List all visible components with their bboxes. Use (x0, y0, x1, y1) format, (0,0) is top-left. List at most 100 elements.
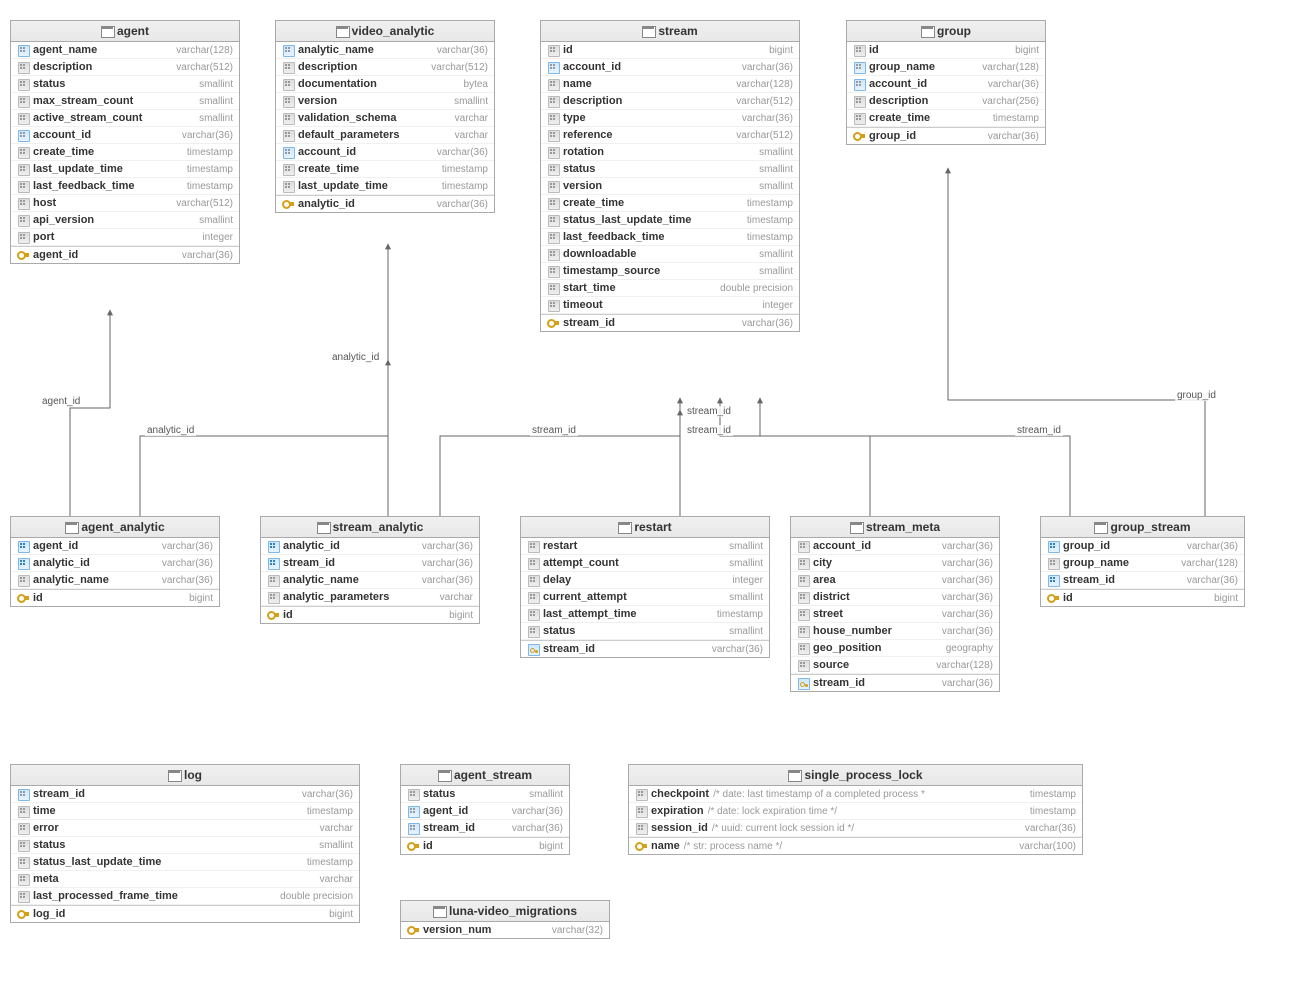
column-row[interactable]: last_feedback_timetimestamp (11, 178, 239, 195)
entity-header-log[interactable]: log (11, 765, 359, 786)
column-row[interactable]: account_idvarchar(36) (791, 538, 999, 555)
column-row[interactable]: default_parametersvarchar (276, 127, 494, 144)
entity-group[interactable]: groupidbigintgroup_namevarchar(128)accou… (846, 20, 1046, 145)
column-row[interactable]: delayinteger (521, 572, 769, 589)
column-row[interactable]: last_update_timetimestamp (276, 178, 494, 195)
column-row[interactable]: portinteger (11, 229, 239, 246)
column-row[interactable]: last_feedback_timetimestamp (541, 229, 799, 246)
column-row[interactable]: account_idvarchar(36) (847, 76, 1045, 93)
column-row[interactable]: timeoutinteger (541, 297, 799, 314)
column-row[interactable]: stream_idvarchar(36) (401, 820, 569, 837)
column-row[interactable]: referencevarchar(512) (541, 127, 799, 144)
column-row[interactable]: districtvarchar(36) (791, 589, 999, 606)
column-row[interactable]: stream_idvarchar(36) (521, 640, 769, 657)
column-row[interactable]: descriptionvarchar(512) (276, 59, 494, 76)
entity-stream[interactable]: streamidbigintaccount_idvarchar(36)namev… (540, 20, 800, 332)
column-row[interactable]: active_stream_countsmallint (11, 110, 239, 127)
column-row[interactable]: idbigint (11, 589, 219, 606)
column-row[interactable]: create_timetimestamp (847, 110, 1045, 127)
column-row[interactable]: house_numbervarchar(36) (791, 623, 999, 640)
column-row[interactable]: statussmallint (541, 161, 799, 178)
column-row[interactable]: stream_idvarchar(36) (11, 786, 359, 803)
entity-header-stream_meta[interactable]: stream_meta (791, 517, 999, 538)
column-row[interactable]: analytic_namevarchar(36) (276, 42, 494, 59)
column-row[interactable]: account_idvarchar(36) (541, 59, 799, 76)
column-row[interactable]: stream_idvarchar(36) (541, 314, 799, 331)
entity-header-stream_analytic[interactable]: stream_analytic (261, 517, 479, 538)
column-row[interactable]: status_last_update_timetimestamp (11, 854, 359, 871)
column-row[interactable]: last_attempt_timetimestamp (521, 606, 769, 623)
entity-header-video_analytic[interactable]: video_analytic (276, 21, 494, 42)
column-row[interactable]: descriptionvarchar(512) (541, 93, 799, 110)
column-row[interactable]: name/* str: process name */varchar(100) (629, 837, 1082, 854)
entity-header-single_process_lock[interactable]: single_process_lock (629, 765, 1082, 786)
column-row[interactable]: typevarchar(36) (541, 110, 799, 127)
column-row[interactable]: analytic_namevarchar(36) (261, 572, 479, 589)
column-row[interactable]: start_timedouble precision (541, 280, 799, 297)
column-row[interactable]: analytic_idvarchar(36) (11, 555, 219, 572)
column-row[interactable]: idbigint (1041, 589, 1244, 606)
column-row[interactable]: idbigint (847, 42, 1045, 59)
column-row[interactable]: analytic_idvarchar(36) (276, 195, 494, 212)
column-row[interactable]: statussmallint (521, 623, 769, 640)
column-row[interactable]: geo_positiongeography (791, 640, 999, 657)
column-row[interactable]: checkpoint/* date: last timestamp of a c… (629, 786, 1082, 803)
entity-agent[interactable]: agentagent_namevarchar(128)descriptionva… (10, 20, 240, 264)
column-row[interactable]: create_timetimestamp (11, 144, 239, 161)
column-row[interactable]: errorvarchar (11, 820, 359, 837)
column-row[interactable]: status_last_update_timetimestamp (541, 212, 799, 229)
column-row[interactable]: streetvarchar(36) (791, 606, 999, 623)
column-row[interactable]: idbigint (401, 837, 569, 854)
entity-header-agent_analytic[interactable]: agent_analytic (11, 517, 219, 538)
column-row[interactable]: agent_namevarchar(128) (11, 42, 239, 59)
entity-header-stream[interactable]: stream (541, 21, 799, 42)
column-row[interactable]: idbigint (541, 42, 799, 59)
column-row[interactable]: log_idbigint (11, 905, 359, 922)
entity-log[interactable]: logstream_idvarchar(36)timetimestamperro… (10, 764, 360, 923)
entity-header-agent[interactable]: agent (11, 21, 239, 42)
entity-video_analytic[interactable]: video_analyticanalytic_namevarchar(36)de… (275, 20, 495, 213)
entity-header-group[interactable]: group (847, 21, 1045, 42)
column-row[interactable]: statussmallint (401, 786, 569, 803)
column-row[interactable]: create_timetimestamp (541, 195, 799, 212)
column-row[interactable]: idbigint (261, 606, 479, 623)
column-row[interactable]: expiration/* date: lock expiration time … (629, 803, 1082, 820)
column-row[interactable]: session_id/* uuid: current lock session … (629, 820, 1082, 837)
column-row[interactable]: current_attemptsmallint (521, 589, 769, 606)
column-row[interactable]: namevarchar(128) (541, 76, 799, 93)
column-row[interactable]: statussmallint (11, 76, 239, 93)
column-row[interactable]: timestamp_sourcesmallint (541, 263, 799, 280)
column-row[interactable]: stream_idvarchar(36) (1041, 572, 1244, 589)
column-row[interactable]: sourcevarchar(128) (791, 657, 999, 674)
column-row[interactable]: rotationsmallint (541, 144, 799, 161)
column-row[interactable]: areavarchar(36) (791, 572, 999, 589)
entity-stream_meta[interactable]: stream_metaaccount_idvarchar(36)cityvarc… (790, 516, 1000, 692)
entity-agent_stream[interactable]: agent_streamstatussmallintagent_idvarcha… (400, 764, 570, 855)
column-row[interactable]: versionsmallint (541, 178, 799, 195)
column-row[interactable]: analytic_parametersvarchar (261, 589, 479, 606)
entity-header-group_stream[interactable]: group_stream (1041, 517, 1244, 538)
column-row[interactable]: group_idvarchar(36) (847, 127, 1045, 144)
column-row[interactable]: descriptionvarchar(256) (847, 93, 1045, 110)
entity-header-luna_video_migrations[interactable]: luna-video_migrations (401, 901, 609, 922)
column-row[interactable]: max_stream_countsmallint (11, 93, 239, 110)
entity-stream_analytic[interactable]: stream_analyticanalytic_idvarchar(36)str… (260, 516, 480, 624)
entity-single_process_lock[interactable]: single_process_lockcheckpoint/* date: la… (628, 764, 1083, 855)
column-row[interactable]: last_update_timetimestamp (11, 161, 239, 178)
column-row[interactable]: descriptionvarchar(512) (11, 59, 239, 76)
column-row[interactable]: attempt_countsmallint (521, 555, 769, 572)
column-row[interactable]: statussmallint (11, 837, 359, 854)
column-row[interactable]: cityvarchar(36) (791, 555, 999, 572)
entity-luna_video_migrations[interactable]: luna-video_migrationsversion_numvarchar(… (400, 900, 610, 939)
column-row[interactable]: group_idvarchar(36) (1041, 538, 1244, 555)
column-row[interactable]: restartsmallint (521, 538, 769, 555)
entity-header-agent_stream[interactable]: agent_stream (401, 765, 569, 786)
column-row[interactable]: documentationbytea (276, 76, 494, 93)
column-row[interactable]: validation_schemavarchar (276, 110, 494, 127)
column-row[interactable]: last_processed_frame_timedouble precisio… (11, 888, 359, 905)
column-row[interactable]: metavarchar (11, 871, 359, 888)
column-row[interactable]: agent_idvarchar(36) (401, 803, 569, 820)
entity-header-restart[interactable]: restart (521, 517, 769, 538)
column-row[interactable]: timetimestamp (11, 803, 359, 820)
column-row[interactable]: agent_idvarchar(36) (11, 246, 239, 263)
